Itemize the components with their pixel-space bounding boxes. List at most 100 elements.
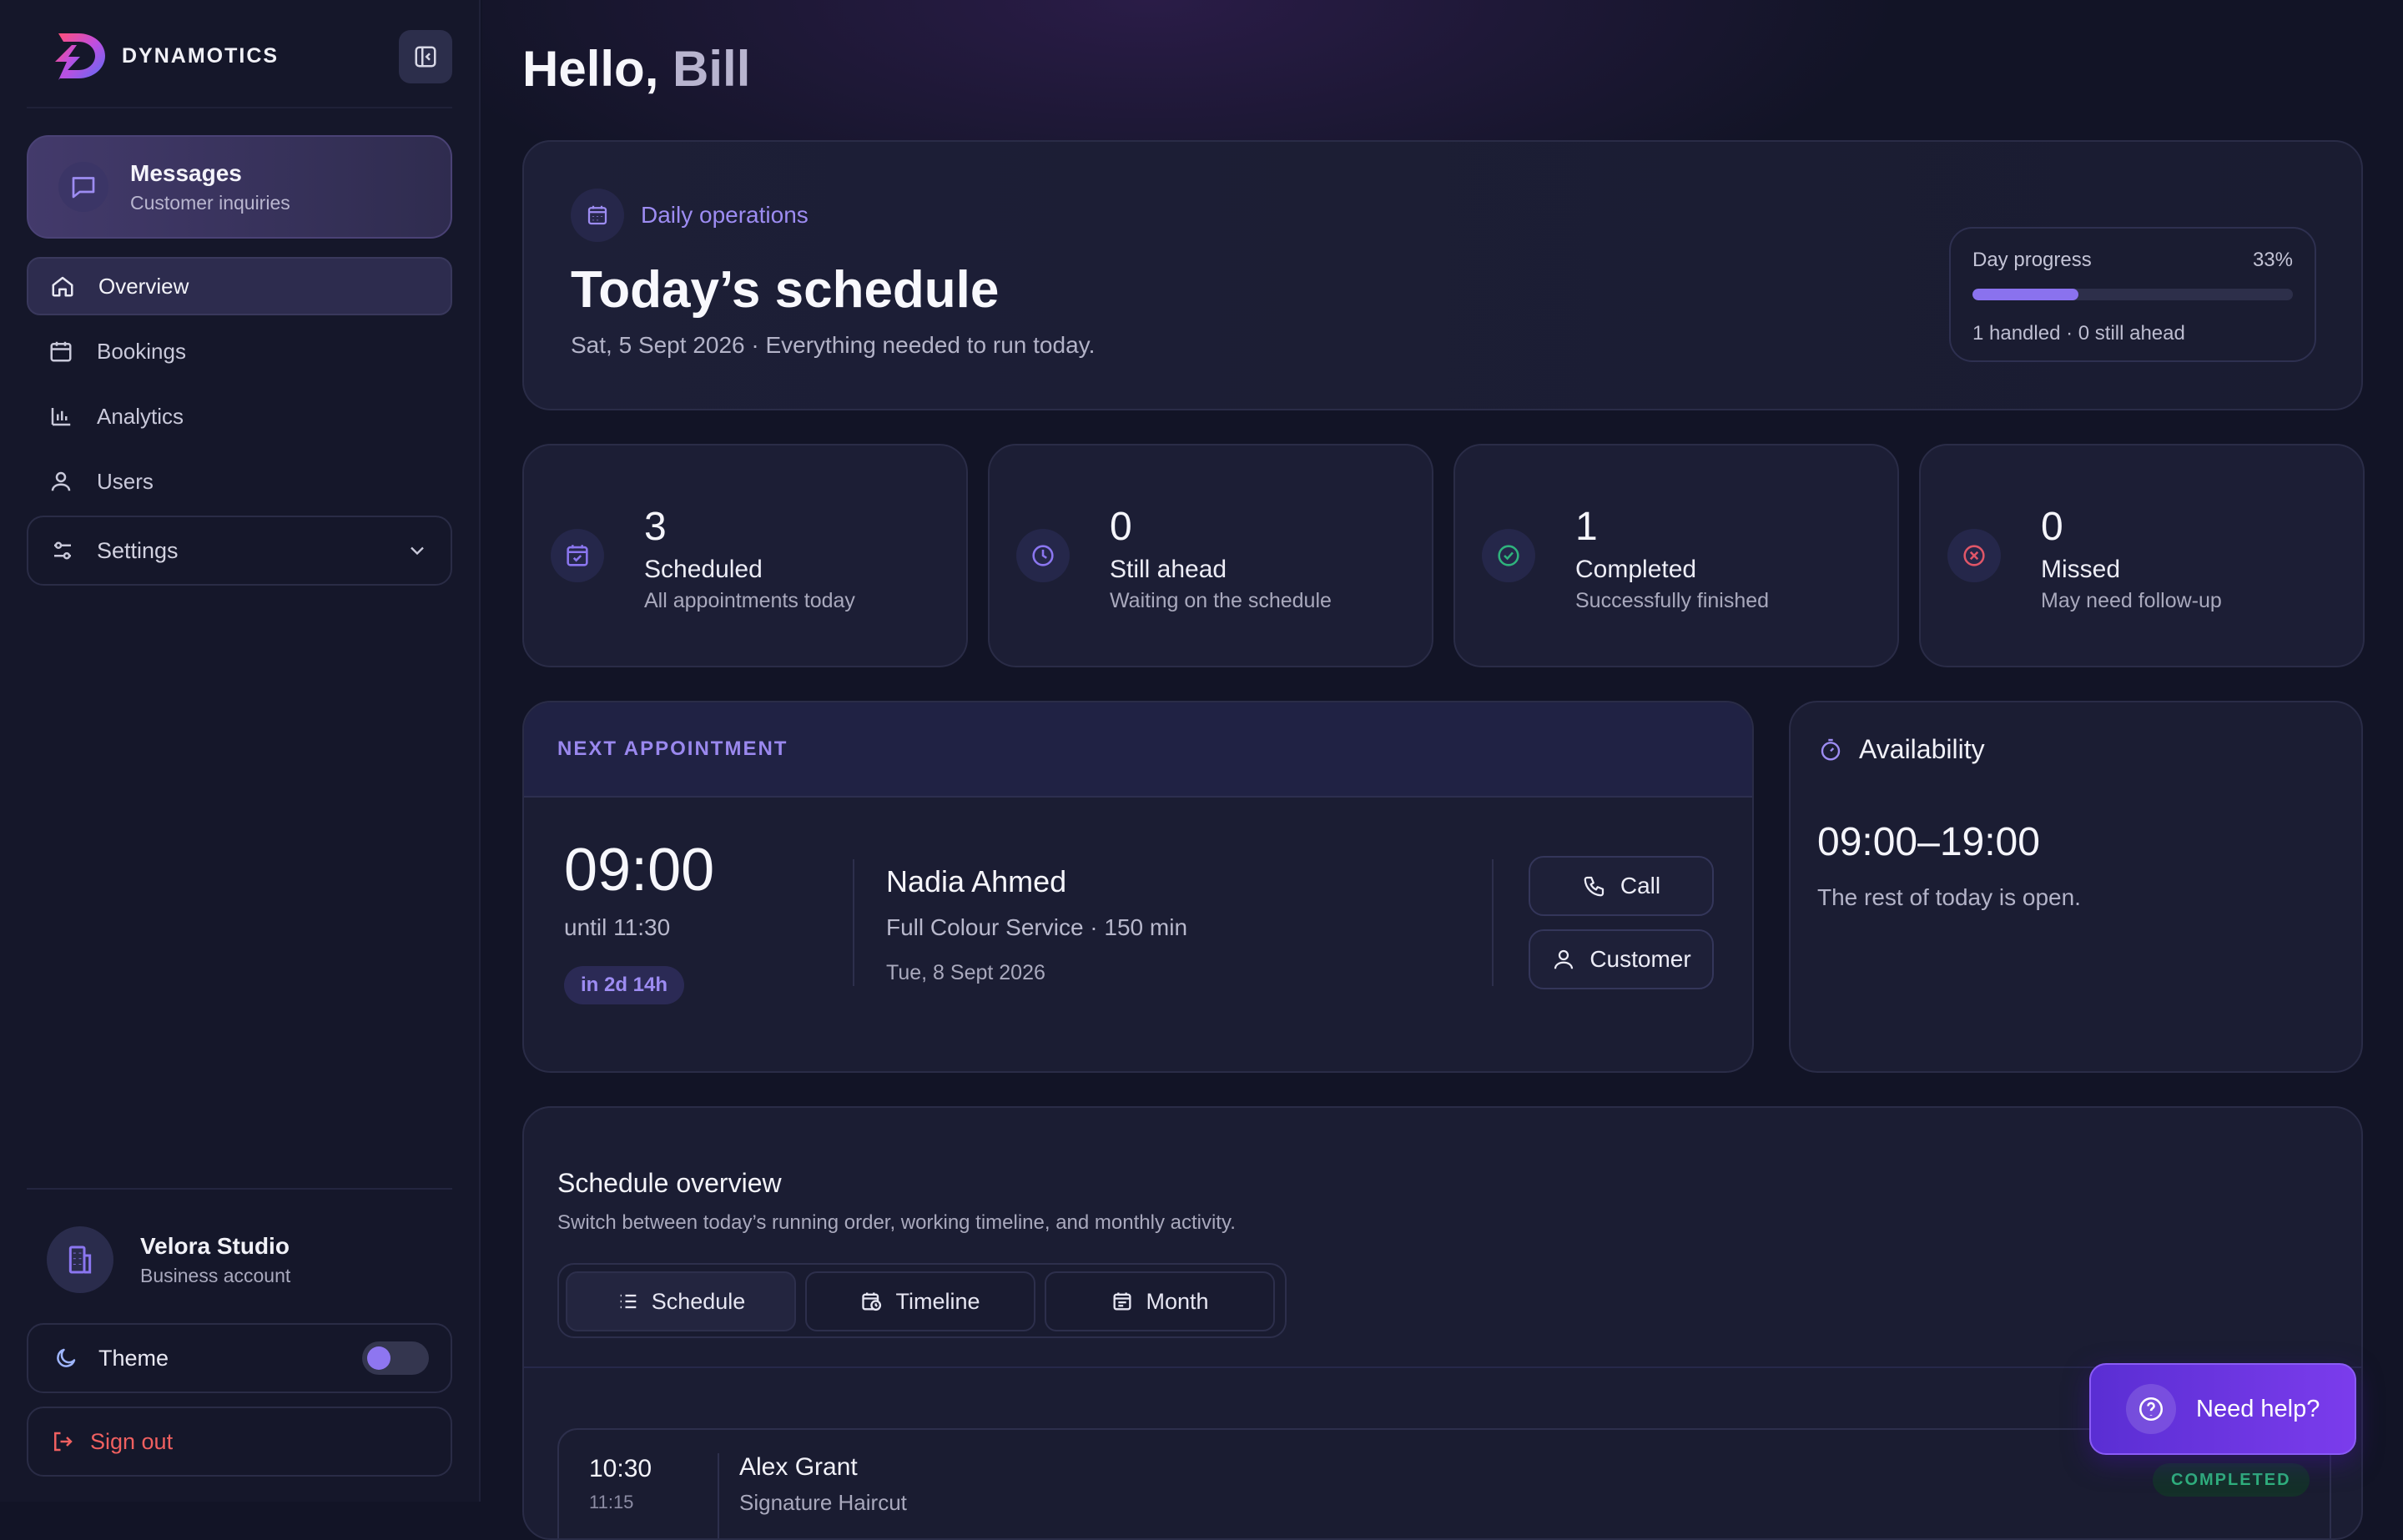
- brand-name: DYNAMOTICS: [122, 43, 280, 68]
- next-appointment-heading: NEXT APPOINTMENT: [557, 737, 788, 760]
- help-circle-icon: [2126, 1384, 2176, 1434]
- tab-label: Month: [1146, 1288, 1209, 1314]
- messages-subtitle: Customer inquiries: [130, 191, 290, 214]
- availability-title: Availability: [1859, 734, 1985, 764]
- building-icon: [47, 1226, 113, 1293]
- calendar-icon: [571, 189, 624, 242]
- main-content: Hello, Bill Daily operations Today’s sch…: [482, 0, 2403, 1540]
- user-icon: [1551, 947, 1576, 972]
- moon-icon: [53, 1346, 78, 1371]
- check-circle-icon: [1482, 529, 1535, 582]
- sign-out-label: Sign out: [90, 1428, 174, 1454]
- need-help-label: Need help?: [2196, 1395, 2320, 1422]
- day-progress: Day progress 33% 1 handled · 0 still ahe…: [1949, 227, 2316, 362]
- call-label: Call: [1620, 873, 1661, 898]
- home-icon: [48, 272, 77, 300]
- sidebar-item-overview[interactable]: Overview: [27, 257, 452, 315]
- appointment-time: 09:00: [564, 837, 715, 903]
- logo-icon: [55, 33, 105, 80]
- tab-timeline[interactable]: Timeline: [805, 1271, 1035, 1331]
- stat-card-still-ahead[interactable]: 0 Still ahead Waiting on the schedule: [988, 444, 1433, 667]
- message-icon: [58, 162, 108, 212]
- theme-toggle[interactable]: [362, 1341, 429, 1375]
- toggle-knob: [367, 1346, 390, 1370]
- appointment-date: Tue, 8 Sept 2026: [886, 961, 1045, 984]
- stat-card-missed[interactable]: 0 Missed May need follow-up: [1919, 444, 2365, 667]
- sidebar-item-label: Users: [97, 468, 154, 494]
- calendar-clock-icon: [860, 1290, 884, 1313]
- sidebar: DYNAMOTICS Messages Customer inquiries O…: [0, 0, 481, 1502]
- stat-card-completed[interactable]: 1 Completed Successfully finished: [1453, 444, 1899, 667]
- sidebar-item-settings[interactable]: Settings: [27, 516, 452, 586]
- stat-subtitle: All appointments today: [644, 589, 855, 612]
- collapse-sidebar-button[interactable]: [399, 30, 452, 83]
- sidebar-divider: [27, 1188, 452, 1190]
- table-row[interactable]: 10:30 11:15 Alex Grant Signature Haircut…: [557, 1428, 2331, 1538]
- tab-label: Timeline: [895, 1288, 980, 1314]
- sidebar-item-label: Settings: [97, 537, 179, 563]
- stat-title: Still ahead: [1110, 556, 1227, 583]
- user-icon: [47, 467, 75, 496]
- divider: [718, 1453, 719, 1538]
- stat-value: 0: [2041, 505, 2063, 549]
- theme-label: Theme: [98, 1345, 169, 1371]
- sidebar-collapse-icon: [415, 46, 436, 68]
- tab-label: Schedule: [651, 1288, 746, 1314]
- stat-value: 3: [644, 505, 667, 549]
- tab-schedule[interactable]: Schedule: [566, 1271, 796, 1331]
- divider: [1492, 859, 1494, 986]
- hero-tag: Daily operations: [571, 189, 809, 242]
- status-badge: COMPLETED: [2153, 1463, 2310, 1497]
- sidebar-item-label: Overview: [98, 273, 189, 299]
- availability-card: Availability 09:00–19:00 The rest of tod…: [1789, 701, 2363, 1073]
- messages-card[interactable]: Messages Customer inquiries: [27, 135, 452, 239]
- next-appointment-header: NEXT APPOINTMENT: [524, 702, 1752, 798]
- need-help-button[interactable]: Need help?: [2089, 1363, 2356, 1455]
- sign-out-icon: [50, 1429, 75, 1454]
- sidebar-item-analytics[interactable]: Analytics: [27, 387, 452, 445]
- clock-icon: [1016, 529, 1070, 582]
- call-button[interactable]: Call: [1529, 856, 1714, 916]
- calendar-check-icon: [551, 529, 604, 582]
- sign-out-button[interactable]: Sign out: [27, 1407, 452, 1477]
- timer-icon: [1817, 737, 1844, 763]
- chevron-down-icon: [406, 539, 429, 562]
- schedule-overview-card: Schedule overview Switch between today’s…: [522, 1106, 2363, 1540]
- stat-value: 1: [1575, 505, 1598, 549]
- divider: [524, 1366, 2361, 1368]
- customer-button[interactable]: Customer: [1529, 929, 1714, 989]
- calendar-icon: [47, 337, 75, 365]
- stat-card-scheduled[interactable]: 3 Scheduled All appointments today: [522, 444, 968, 667]
- greeting-name: Bill: [673, 41, 751, 97]
- progress-bar: [1972, 289, 2293, 300]
- appointment-customer: Nadia Ahmed: [886, 864, 1067, 898]
- schedule-hero-card: Daily operations Today’s schedule Sat, 5…: [522, 140, 2363, 410]
- account-type: Business account: [140, 1264, 291, 1286]
- sidebar-item-users[interactable]: Users: [27, 452, 452, 511]
- availability-hours: 09:00–19:00: [1817, 820, 2040, 864]
- view-tabs: Schedule Timeline Month: [557, 1263, 1287, 1338]
- stat-title: Scheduled: [644, 556, 763, 583]
- row-start-time: 10:30: [589, 1455, 652, 1482]
- messages-title: Messages: [130, 159, 242, 186]
- tab-month[interactable]: Month: [1045, 1271, 1275, 1331]
- account-info[interactable]: Velora Studio Business account: [47, 1226, 290, 1293]
- appointment-service: Full Colour Service · 150 min: [886, 914, 1188, 940]
- stat-title: Missed: [2041, 556, 2121, 583]
- row-end-time: 11:15: [589, 1492, 634, 1512]
- sidebar-item-bookings[interactable]: Bookings: [27, 322, 452, 380]
- x-circle-icon: [1947, 529, 2001, 582]
- calendar-icon: [1111, 1290, 1134, 1313]
- availability-note: The rest of today is open.: [1817, 884, 2081, 910]
- stat-subtitle: Waiting on the schedule: [1110, 589, 1332, 612]
- progress-label: Day progress: [1972, 249, 2092, 271]
- row-customer: Alex Grant: [739, 1453, 858, 1481]
- progress-bar-fill: [1972, 289, 2078, 300]
- customer-label: Customer: [1589, 946, 1691, 972]
- sliders-icon: [50, 538, 75, 563]
- account-name: Velora Studio: [140, 1232, 290, 1259]
- greeting-prefix: Hello,: [522, 41, 659, 97]
- sidebar-item-label: Analytics: [97, 403, 184, 429]
- brand[interactable]: DYNAMOTICS: [47, 28, 279, 83]
- schedule-overview-subtitle: Switch between today’s running order, wo…: [557, 1211, 1236, 1234]
